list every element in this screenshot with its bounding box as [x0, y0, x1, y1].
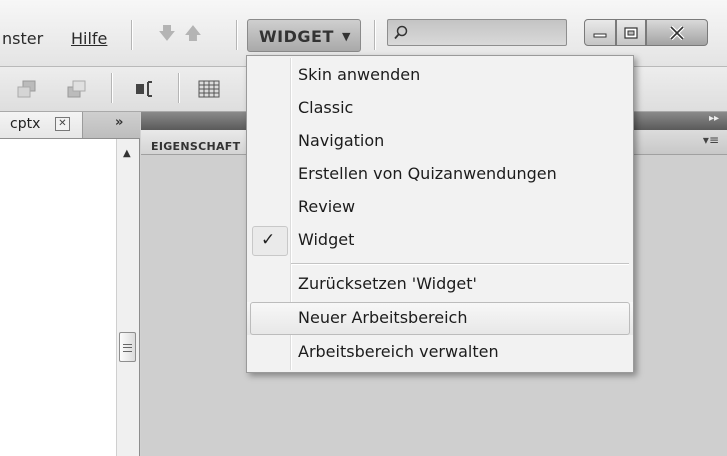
maximize-button[interactable] — [616, 19, 646, 46]
filmstrip-panel[interactable] — [0, 139, 116, 456]
tab-cptx[interactable]: cptx ✕ — [0, 112, 83, 138]
arrow-up-icon[interactable]: 🡅 — [183, 22, 203, 46]
window-controls — [584, 19, 722, 46]
tab-cptx-label: cptx — [10, 116, 41, 132]
menu-separator — [291, 263, 629, 265]
minimize-icon — [593, 33, 607, 37]
menu-item-label: Review — [298, 197, 356, 216]
scrollbar-thumb[interactable] — [119, 332, 136, 362]
toolbar-divider — [178, 73, 179, 103]
menu-item-neuer-arbeitsbereich[interactable]: Neuer Arbeitsbereich — [247, 302, 633, 335]
toolbar-divider — [111, 73, 112, 103]
menu-item-label: Neuer Arbeitsbereich — [298, 308, 468, 327]
tab-properties[interactable]: EIGENSCHAFT — [141, 130, 252, 154]
menu-item-label: Skin anwenden — [298, 65, 421, 84]
workspace-dropdown-menu: Skin anwenden Classic Navigation Erstell… — [246, 55, 634, 373]
vertical-scrollbar[interactable]: ▲ — [116, 139, 140, 456]
menubar-divider — [131, 20, 132, 50]
workspace-switcher-button[interactable]: WIDGET ▼ — [247, 19, 361, 52]
menu-item-navigation[interactable]: Navigation — [247, 125, 633, 158]
menubar-divider — [236, 20, 237, 50]
menu-item-label: Erstellen von Quizanwendungen — [298, 164, 557, 183]
menu-hilfe-label: Hilfe — [71, 29, 108, 48]
maximize-icon — [624, 26, 638, 39]
workspace-switcher-label: WIDGET — [259, 27, 334, 46]
search-icon — [394, 25, 408, 40]
menu-fenster[interactable]: nster — [2, 29, 43, 48]
menu-item-quizanwendungen[interactable]: Erstellen von Quizanwendungen — [247, 158, 633, 191]
close-icon — [669, 25, 685, 40]
tab-properties-label: EIGENSCHAFT — [151, 140, 241, 153]
panel-menu-icon[interactable]: ▾≡ — [703, 133, 719, 147]
menu-item-label: Navigation — [298, 131, 385, 150]
menu-item-label: Zurücksetzen 'Widget' — [298, 274, 477, 293]
minimize-button[interactable] — [584, 19, 616, 46]
align-left-icon[interactable] — [134, 79, 156, 99]
menu-item-classic[interactable]: Classic — [247, 92, 633, 125]
scroll-up-icon[interactable]: ▲ — [123, 148, 131, 159]
menubar-divider — [374, 20, 375, 50]
send-backward-icon[interactable] — [66, 79, 88, 99]
grip-icon — [123, 344, 132, 352]
menu-item-skin-anwenden[interactable]: Skin anwenden — [247, 59, 633, 92]
search-input[interactable] — [414, 23, 566, 43]
table-grid-icon[interactable] — [198, 79, 220, 99]
collapse-panel-icon[interactable]: » — [115, 115, 123, 130]
search-box[interactable] — [387, 19, 567, 46]
caret-down-icon: ▼ — [342, 30, 351, 43]
menu-item-label: Widget — [298, 230, 355, 249]
expand-dock-icon[interactable]: ▸▸ — [709, 113, 719, 124]
menu-item-label: Classic — [298, 98, 354, 117]
menu-item-reset-widget[interactable]: Zurücksetzen 'Widget' — [247, 268, 633, 301]
menu-item-label: Arbeitsbereich verwalten — [298, 342, 499, 361]
arrow-down-icon[interactable]: 🡇 — [157, 22, 177, 46]
close-button[interactable] — [646, 19, 708, 46]
left-panel-tabbar: cptx ✕ » — [0, 112, 140, 139]
close-tab-icon[interactable]: ✕ — [55, 117, 70, 131]
checkmark-icon: ✓ — [261, 230, 276, 250]
bring-forward-icon[interactable] — [16, 79, 38, 99]
menu-item-review[interactable]: Review — [247, 191, 633, 224]
menu-item-widget[interactable]: ✓ Widget — [247, 224, 633, 257]
menu-item-arbeitsbereich-verwalten[interactable]: Arbeitsbereich verwalten — [247, 336, 633, 369]
menu-hilfe[interactable]: Hilfe — [71, 29, 107, 48]
